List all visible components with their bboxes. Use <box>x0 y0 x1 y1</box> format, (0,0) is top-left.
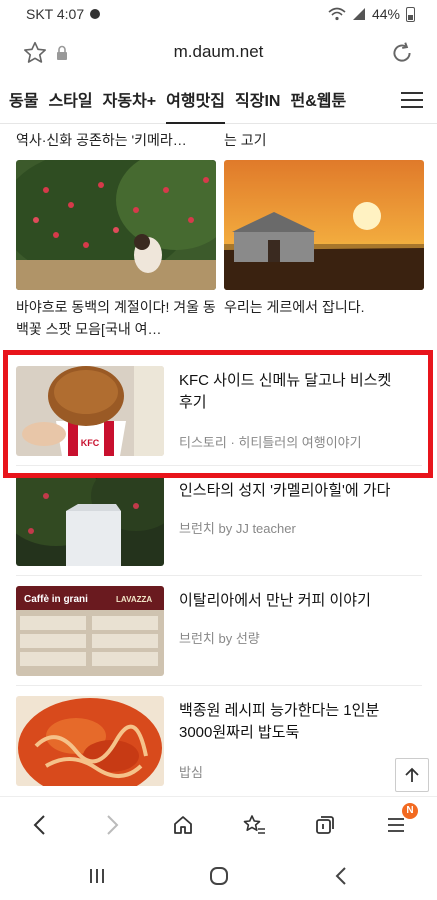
url-bar: m.daum.net <box>0 30 437 76</box>
list-source: 브런치 by JJ teacher <box>179 521 296 536</box>
tab-work[interactable]: 직장IN <box>230 80 285 124</box>
new-badge: N <box>402 803 418 819</box>
tab-car[interactable]: 자동차+ <box>98 80 162 124</box>
battery-icon <box>406 6 415 22</box>
chevron-left-icon <box>33 815 45 835</box>
category-nav: 동물 스타일 자동차+ 여행맛집 직장IN 펀&웹툰 <box>0 80 437 124</box>
hamburger-icon <box>388 818 404 832</box>
signal-icon <box>352 8 365 20</box>
recents-button[interactable] <box>84 864 110 888</box>
tab-travel-food[interactable]: 여행맛집 <box>161 80 230 124</box>
highlight-box <box>3 350 433 478</box>
tabs-icon <box>316 816 334 834</box>
list-item[interactable]: 인스타의 성지 '카멜리아힐'에 가다 브런치 by JJ teacher <box>16 466 422 576</box>
lavazza-label: LAVAZZA <box>116 595 152 604</box>
star-list-icon <box>243 815 265 834</box>
card-title: 바야흐로 동백의 계절이다! 겨울 동백꽃 스팟 모음[국내 여… <box>16 299 216 337</box>
list-item[interactable]: Caffè in grani LAVAZZA 이탈리아에서 만난 커피 이야기 … <box>16 576 422 686</box>
wifi-icon <box>328 7 346 21</box>
card-title: 우리는 게르에서 잡니다. <box>224 299 365 315</box>
arrow-up-icon <box>405 767 419 782</box>
recents-icon <box>90 869 104 883</box>
grid-card[interactable]: 우리는 게르에서 잡니다. <box>224 160 424 318</box>
food-thumbnail <box>16 696 164 786</box>
carrier-time: SKT 4:07 <box>26 6 85 22</box>
scroll-top-button[interactable] <box>395 758 429 792</box>
list-item[interactable]: 백종원 레시피 능가한다는 1인분 3000원짜리 밥도둑 밥심 <box>16 686 422 796</box>
coffee-menu-thumbnail: Caffè in grani LAVAZZA <box>16 586 164 676</box>
tabs-button[interactable] <box>311 811 339 839</box>
list-title: 인스타의 성지 '카멜리아힐'에 가다 <box>179 482 391 499</box>
tab-animal[interactable]: 동물 <box>4 80 43 124</box>
cafe-label: Caffè in grani <box>24 594 88 605</box>
url-text[interactable]: m.daum.net <box>0 42 437 62</box>
system-home-button[interactable] <box>206 864 232 888</box>
menu-icon[interactable] <box>401 92 423 110</box>
tab-fun-webtoon[interactable]: 펀&웹툰 <box>285 80 351 124</box>
grid-card[interactable]: 바야흐로 동백의 계절이다! 겨울 동백꽃 스팟 모음[국내 여… <box>16 160 216 340</box>
tab-style[interactable]: 스타일 <box>43 80 97 124</box>
browser-toolbar: N <box>0 796 437 852</box>
home-icon <box>174 816 192 834</box>
list-title: 이탈리아에서 만난 커피 이야기 <box>179 592 371 609</box>
circle-home-icon <box>210 867 228 885</box>
home-button[interactable] <box>169 811 197 839</box>
chevron-right-icon <box>107 815 119 835</box>
cut-off-title[interactable]: 는 고기 <box>224 130 424 150</box>
list-title: 백종원 레시피 능가한다는 1인분 3000원짜리 밥도둑 <box>179 702 380 741</box>
menu-button[interactable]: N <box>382 803 418 839</box>
camellia-thumbnail <box>16 160 216 290</box>
bookmarks-button[interactable] <box>240 811 268 839</box>
system-nav-bar <box>0 852 437 900</box>
ger-sunset-thumbnail <box>224 160 424 290</box>
camellia-hill-thumbnail <box>16 476 164 566</box>
battery-text: 44% <box>371 6 400 22</box>
cut-off-title[interactable]: 역사·신화 공존하는 '키메라… <box>16 130 216 150</box>
forward-button[interactable] <box>98 811 126 839</box>
system-back-button[interactable] <box>328 864 354 888</box>
back-button[interactable] <box>26 811 54 839</box>
list-source: 브런치 by 선량 <box>179 631 260 646</box>
list-source: 밥심 <box>179 765 203 780</box>
system-back-icon <box>335 867 346 885</box>
reload-icon[interactable] <box>389 40 415 66</box>
status-bar: SKT 4:07 44% <box>0 0 437 28</box>
notification-icon <box>90 9 101 19</box>
